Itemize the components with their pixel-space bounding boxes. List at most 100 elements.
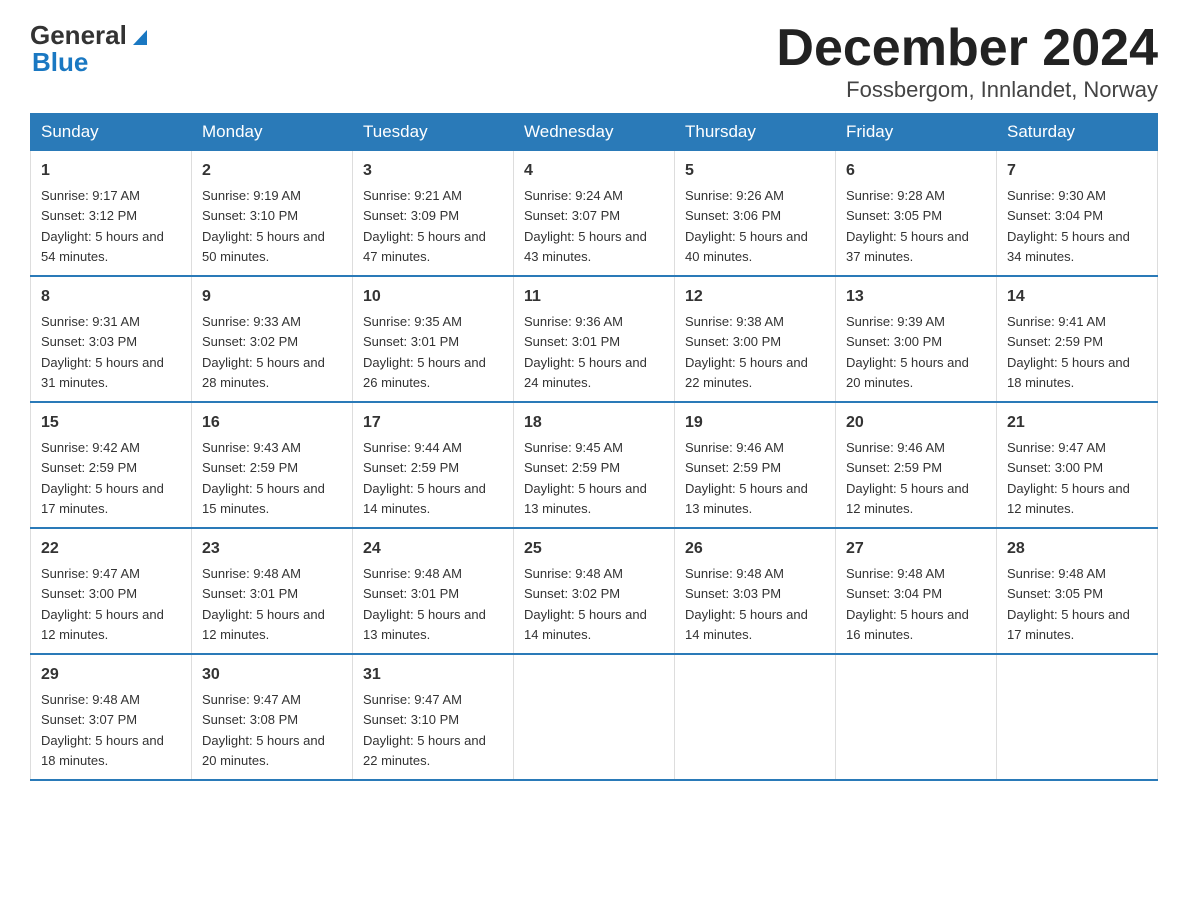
day-info: Sunrise: 9:24 AMSunset: 3:07 PMDaylight:…	[524, 188, 647, 264]
calendar-cell: 11Sunrise: 9:36 AMSunset: 3:01 PMDayligh…	[514, 276, 675, 402]
day-info: Sunrise: 9:48 AMSunset: 3:03 PMDaylight:…	[685, 566, 808, 642]
calendar-cell: 3Sunrise: 9:21 AMSunset: 3:09 PMDaylight…	[353, 151, 514, 277]
calendar-cell: 24 Sunrise: 9:48 AMSunset: 3:01 PMDayligh…	[353, 528, 514, 654]
day-number: 24	[363, 537, 503, 561]
day-number: 15	[41, 411, 181, 435]
day-number: 20	[846, 411, 986, 435]
weekday-header-tuesday: Tuesday	[353, 114, 514, 151]
weekday-header-friday: Friday	[836, 114, 997, 151]
day-number: 16	[202, 411, 342, 435]
day-number: 10	[363, 285, 503, 309]
day-info: Sunrise: 9:48 AMSunset: 3:07 PMDaylight:…	[41, 692, 164, 768]
week-row-4: 22 Sunrise: 9:47 AMSunset: 3:00 PMDayligh…	[31, 528, 1158, 654]
calendar-header: SundayMondayTuesdayWednesdayThursdayFrid…	[31, 114, 1158, 151]
day-number: 28	[1007, 537, 1147, 561]
day-number: 22	[41, 537, 181, 561]
calendar-cell: 14 Sunrise: 9:41 AMSunset: 2:59 PMDayligh…	[997, 276, 1158, 402]
calendar-cell: 7Sunrise: 9:30 AMSunset: 3:04 PMDaylight…	[997, 151, 1158, 277]
calendar-cell: 12 Sunrise: 9:38 AMSunset: 3:00 PMDayligh…	[675, 276, 836, 402]
day-info: Sunrise: 9:46 AMSunset: 2:59 PMDaylight:…	[846, 440, 969, 516]
day-info: Sunrise: 9:35 AMSunset: 3:01 PMDaylight:…	[363, 314, 486, 390]
day-info: Sunrise: 9:26 AMSunset: 3:06 PMDaylight:…	[685, 188, 808, 264]
calendar-cell	[675, 654, 836, 780]
calendar-cell: 4 Sunrise: 9:24 AMSunset: 3:07 PMDaylight…	[514, 151, 675, 277]
logo-blue: Blue	[32, 47, 88, 78]
day-number: 17	[363, 411, 503, 435]
day-info: Sunrise: 9:17 AMSunset: 3:12 PMDaylight:…	[41, 188, 164, 264]
weekday-header-sunday: Sunday	[31, 114, 192, 151]
calendar-cell: 13 Sunrise: 9:39 AMSunset: 3:00 PMDayligh…	[836, 276, 997, 402]
day-number: 14	[1007, 285, 1147, 309]
calendar-cell: 31 Sunrise: 9:47 AMSunset: 3:10 PMDayligh…	[353, 654, 514, 780]
calendar-cell: 5 Sunrise: 9:26 AMSunset: 3:06 PMDaylight…	[675, 151, 836, 277]
weekday-header-thursday: Thursday	[675, 114, 836, 151]
day-number: 31	[363, 663, 503, 687]
calendar-cell: 20 Sunrise: 9:46 AMSunset: 2:59 PMDayligh…	[836, 402, 997, 528]
day-info: Sunrise: 9:45 AMSunset: 2:59 PMDaylight:…	[524, 440, 647, 516]
calendar-cell	[836, 654, 997, 780]
calendar-cell: 8Sunrise: 9:31 AMSunset: 3:03 PMDaylight…	[31, 276, 192, 402]
day-info: Sunrise: 9:47 AMSunset: 3:00 PMDaylight:…	[1007, 440, 1130, 516]
day-info: Sunrise: 9:21 AMSunset: 3:09 PMDaylight:…	[363, 188, 486, 264]
day-info: Sunrise: 9:48 AMSunset: 3:01 PMDaylight:…	[363, 566, 486, 642]
calendar-cell: 2Sunrise: 9:19 AMSunset: 3:10 PMDaylight…	[192, 151, 353, 277]
calendar-cell: 9Sunrise: 9:33 AMSunset: 3:02 PMDaylight…	[192, 276, 353, 402]
day-number: 4	[524, 159, 664, 183]
title-area: December 2024 Fossbergom, Innlandet, Nor…	[776, 20, 1158, 103]
day-info: Sunrise: 9:47 AMSunset: 3:10 PMDaylight:…	[363, 692, 486, 768]
day-info: Sunrise: 9:47 AMSunset: 3:08 PMDaylight:…	[202, 692, 325, 768]
day-number: 2	[202, 159, 342, 183]
calendar-body: 1Sunrise: 9:17 AMSunset: 3:12 PMDaylight…	[31, 151, 1158, 781]
day-number: 11	[524, 285, 664, 309]
logo-triangle-icon	[129, 25, 151, 47]
day-info: Sunrise: 9:48 AMSunset: 3:04 PMDaylight:…	[846, 566, 969, 642]
day-info: Sunrise: 9:48 AMSunset: 3:02 PMDaylight:…	[524, 566, 647, 642]
day-info: Sunrise: 9:41 AMSunset: 2:59 PMDaylight:…	[1007, 314, 1130, 390]
calendar-cell: 10 Sunrise: 9:35 AMSunset: 3:01 PMDayligh…	[353, 276, 514, 402]
day-number: 30	[202, 663, 342, 687]
day-info: Sunrise: 9:48 AMSunset: 3:05 PMDaylight:…	[1007, 566, 1130, 642]
weekday-header-wednesday: Wednesday	[514, 114, 675, 151]
weekday-header-row: SundayMondayTuesdayWednesdayThursdayFrid…	[31, 114, 1158, 151]
day-info: Sunrise: 9:46 AMSunset: 2:59 PMDaylight:…	[685, 440, 808, 516]
calendar-cell: 26 Sunrise: 9:48 AMSunset: 3:03 PMDayligh…	[675, 528, 836, 654]
day-number: 12	[685, 285, 825, 309]
page-header: General Blue December 2024 Fossbergom, I…	[30, 20, 1158, 103]
day-info: Sunrise: 9:30 AMSunset: 3:04 PMDaylight:…	[1007, 188, 1130, 264]
day-number: 29	[41, 663, 181, 687]
day-number: 18	[524, 411, 664, 435]
day-number: 5	[685, 159, 825, 183]
calendar-cell	[997, 654, 1158, 780]
calendar-cell: 25 Sunrise: 9:48 AMSunset: 3:02 PMDayligh…	[514, 528, 675, 654]
calendar-cell: 17 Sunrise: 9:44 AMSunset: 2:59 PMDayligh…	[353, 402, 514, 528]
day-number: 19	[685, 411, 825, 435]
day-info: Sunrise: 9:43 AMSunset: 2:59 PMDaylight:…	[202, 440, 325, 516]
day-number: 23	[202, 537, 342, 561]
day-number: 26	[685, 537, 825, 561]
day-info: Sunrise: 9:33 AMSunset: 3:02 PMDaylight:…	[202, 314, 325, 390]
day-number: 8	[41, 285, 181, 309]
calendar-cell: 16 Sunrise: 9:43 AMSunset: 2:59 PMDayligh…	[192, 402, 353, 528]
logo: General Blue	[30, 20, 151, 78]
calendar-cell: 28 Sunrise: 9:48 AMSunset: 3:05 PMDayligh…	[997, 528, 1158, 654]
day-info: Sunrise: 9:38 AMSunset: 3:00 PMDaylight:…	[685, 314, 808, 390]
day-number: 13	[846, 285, 986, 309]
day-info: Sunrise: 9:44 AMSunset: 2:59 PMDaylight:…	[363, 440, 486, 516]
calendar-cell: 15 Sunrise: 9:42 AMSunset: 2:59 PMDayligh…	[31, 402, 192, 528]
calendar-cell: 1Sunrise: 9:17 AMSunset: 3:12 PMDaylight…	[31, 151, 192, 277]
calendar-cell: 18 Sunrise: 9:45 AMSunset: 2:59 PMDayligh…	[514, 402, 675, 528]
calendar-cell: 6Sunrise: 9:28 AMSunset: 3:05 PMDaylight…	[836, 151, 997, 277]
day-number: 25	[524, 537, 664, 561]
weekday-header-saturday: Saturday	[997, 114, 1158, 151]
calendar-cell: 21Sunrise: 9:47 AMSunset: 3:00 PMDayligh…	[997, 402, 1158, 528]
week-row-2: 8Sunrise: 9:31 AMSunset: 3:03 PMDaylight…	[31, 276, 1158, 402]
day-info: Sunrise: 9:42 AMSunset: 2:59 PMDaylight:…	[41, 440, 164, 516]
calendar-cell: 30 Sunrise: 9:47 AMSunset: 3:08 PMDayligh…	[192, 654, 353, 780]
day-info: Sunrise: 9:47 AMSunset: 3:00 PMDaylight:…	[41, 566, 164, 642]
calendar-cell	[514, 654, 675, 780]
calendar-cell: 27Sunrise: 9:48 AMSunset: 3:04 PMDayligh…	[836, 528, 997, 654]
day-info: Sunrise: 9:39 AMSunset: 3:00 PMDaylight:…	[846, 314, 969, 390]
day-number: 6	[846, 159, 986, 183]
day-info: Sunrise: 9:48 AMSunset: 3:01 PMDaylight:…	[202, 566, 325, 642]
week-row-1: 1Sunrise: 9:17 AMSunset: 3:12 PMDaylight…	[31, 151, 1158, 277]
